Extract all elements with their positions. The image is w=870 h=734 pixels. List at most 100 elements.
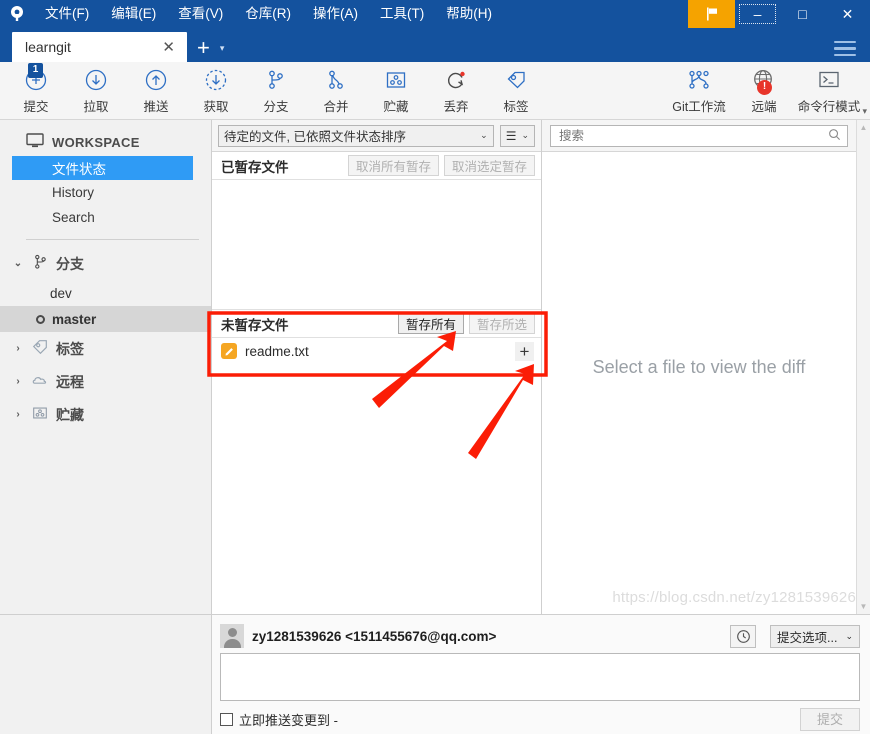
sidebar-item-history[interactable]: History (0, 180, 211, 205)
clock-icon[interactable] (730, 624, 757, 648)
sidebar-workspace-label: WORKSPACE (52, 134, 140, 150)
flag-button[interactable] (688, 0, 735, 28)
list-item[interactable]: readme.txt + (212, 338, 541, 364)
remote-globe-icon: ! (752, 67, 776, 95)
toolbar-pull[interactable]: 拉取 (66, 64, 126, 118)
sidebar-group-stashes[interactable]: › 贮藏 (0, 398, 211, 431)
diff-panel: Select a file to view the diff (542, 120, 856, 614)
toolbar-label: 拉取 (83, 99, 109, 114)
pull-icon (84, 67, 108, 93)
sidebar-group-tags[interactable]: › 标签 (0, 332, 211, 365)
staged-header: 已暂存文件 取消所有暂存 取消选定暂存 (212, 152, 541, 180)
toolbar-discard[interactable]: 丢弃 (426, 64, 486, 118)
terminal-icon (816, 67, 842, 93)
search-box[interactable] (550, 124, 848, 147)
sidebar-item-file-status[interactable]: 文件状态 (12, 156, 193, 180)
menu-actions[interactable]: 操作(A) (302, 0, 369, 28)
file-status-panel: 待定的文件, 已依照文件状态排序 ⌄ ☰ ⌄ 已暂存文件 取消所有暂存 取消选定… (212, 120, 542, 614)
maximize-button[interactable]: □ (780, 0, 825, 28)
commit-author: zy1281539626 <1511455676@qq.com> (252, 628, 497, 644)
close-button[interactable]: ✕ (825, 0, 870, 28)
staged-files-section: 已暂存文件 取消所有暂存 取消选定暂存 (212, 152, 541, 310)
title-bar: 文件(F) 编辑(E) 查看(V) 仓库(R) 操作(A) 工具(T) 帮助(H… (0, 0, 870, 28)
commit-footer: zy1281539626 <1511455676@qq.com> 提交选项...… (0, 614, 870, 734)
toolbar-label: 提交 (23, 99, 49, 114)
scroll-down-icon[interactable]: ▼ (860, 602, 868, 611)
commit-count-badge: 1 (28, 62, 43, 78)
stage-file-button[interactable]: + (515, 341, 534, 361)
remote-alert-badge: ! (757, 79, 772, 95)
tag-icon (504, 67, 528, 93)
sidebar-branch-master[interactable]: master (0, 306, 211, 332)
toolbar-branch[interactable]: 分支 (246, 64, 306, 118)
menu-help[interactable]: 帮助(H) (435, 0, 503, 28)
search-icon (828, 128, 841, 144)
toolbar-merge[interactable]: 合并 (306, 64, 366, 118)
new-tab-button[interactable]: + (187, 37, 220, 62)
unstaged-header: 未暂存文件 暂存所有 暂存所选 (212, 310, 541, 338)
merge-icon (324, 67, 348, 93)
vertical-scrollbar[interactable]: ▲ ▼ (856, 120, 870, 614)
view-mode-dropdown[interactable]: ☰ ⌄ (499, 124, 535, 147)
toolbar-gitflow[interactable]: Git工作流 (664, 64, 734, 118)
menu-edit[interactable]: 编辑(E) (100, 0, 167, 28)
scroll-up-icon[interactable]: ▲ (860, 123, 868, 132)
toolbar-remote[interactable]: ! 远端 (734, 64, 794, 118)
toolbar-commit[interactable]: 1 提交 (6, 62, 66, 118)
sort-dropdown[interactable]: 待定的文件, 已依照文件状态排序 ⌄ (218, 124, 494, 147)
unstage-selected-button[interactable]: 取消选定暂存 (443, 155, 535, 176)
sidebar-branch-label: dev (50, 285, 72, 301)
toolbar-terminal[interactable]: 命令行模式 (794, 64, 864, 118)
toolbar-label: Git工作流 (672, 99, 726, 114)
chevron-right-icon[interactable]: › (12, 409, 24, 420)
toolbar-tag[interactable]: 标签 (486, 64, 546, 118)
commit-icon: 1 (24, 62, 48, 93)
toolbar-fetch[interactable]: 获取 (186, 64, 246, 118)
toolbar-label: 推送 (143, 99, 169, 114)
commit-options-label: 提交选项... (777, 630, 838, 645)
tab-learngit[interactable]: learngit ✕ (12, 32, 187, 62)
chevron-down-icon[interactable]: ▾ (220, 43, 231, 62)
commit-actions-row: 立即推送变更到 - 提交 (220, 707, 860, 731)
stage-all-button[interactable]: 暂存所有 (397, 313, 464, 334)
commit-message-box[interactable] (220, 653, 860, 701)
chevron-down-icon: ⌄ (845, 630, 853, 641)
sidebar-branch-dev[interactable]: dev (0, 280, 211, 306)
toolbar-push[interactable]: 推送 (126, 64, 186, 118)
menu-repository[interactable]: 仓库(R) (234, 0, 302, 28)
commit-message-input[interactable] (221, 654, 859, 700)
menu-tools[interactable]: 工具(T) (369, 0, 435, 28)
commit-button[interactable]: 提交 (799, 707, 860, 731)
toolbar-stash[interactable]: 贮藏 (366, 64, 426, 118)
menu-bar: 文件(F) 编辑(E) 查看(V) 仓库(R) 操作(A) 工具(T) 帮助(H… (34, 0, 503, 28)
stash-icon (31, 404, 49, 425)
sidebar-item-search[interactable]: Search (0, 205, 211, 230)
toolbar-label: 丢弃 (443, 99, 469, 114)
minimize-button[interactable]: – (735, 0, 780, 28)
menu-view[interactable]: 查看(V) (167, 0, 234, 28)
commit-area: zy1281539626 <1511455676@qq.com> 提交选项...… (212, 615, 870, 734)
search-input[interactable] (557, 127, 828, 144)
toolbar-label: 远端 (751, 99, 777, 114)
toolbar: 1 提交 拉取 推送 获取 分支 合并 贮藏 丢弃 标签 Git工作流 ! 远端… (0, 62, 870, 120)
avatar (220, 624, 244, 648)
push-changes-checkbox[interactable] (220, 712, 233, 726)
author-row: zy1281539626 <1511455676@qq.com> 提交选项...… (220, 621, 860, 651)
push-changes-label: 立即推送变更到 - (239, 712, 338, 728)
chevron-right-icon[interactable]: › (12, 376, 24, 387)
chevron-down-icon[interactable]: ⌄ (12, 258, 24, 269)
commit-options-dropdown[interactable]: 提交选项... ⌄ (770, 624, 860, 648)
hamburger-menu-icon[interactable] (834, 40, 856, 56)
stage-selected-button[interactable]: 暂存所选 (468, 313, 535, 334)
cloud-icon (31, 371, 49, 392)
toolbar-overflow-icon[interactable]: ▾ (862, 106, 867, 117)
close-icon[interactable]: ✕ (158, 38, 179, 56)
monitor-icon (26, 133, 44, 151)
sidebar-divider (26, 239, 199, 240)
chevron-right-icon[interactable]: › (12, 343, 24, 354)
branch-icon (264, 67, 288, 93)
menu-file[interactable]: 文件(F) (34, 0, 100, 28)
sidebar-group-branches[interactable]: ⌄ 分支 (0, 247, 211, 280)
unstage-all-button[interactable]: 取消所有暂存 (347, 155, 439, 176)
sidebar-group-remotes[interactable]: › 远程 (0, 365, 211, 398)
